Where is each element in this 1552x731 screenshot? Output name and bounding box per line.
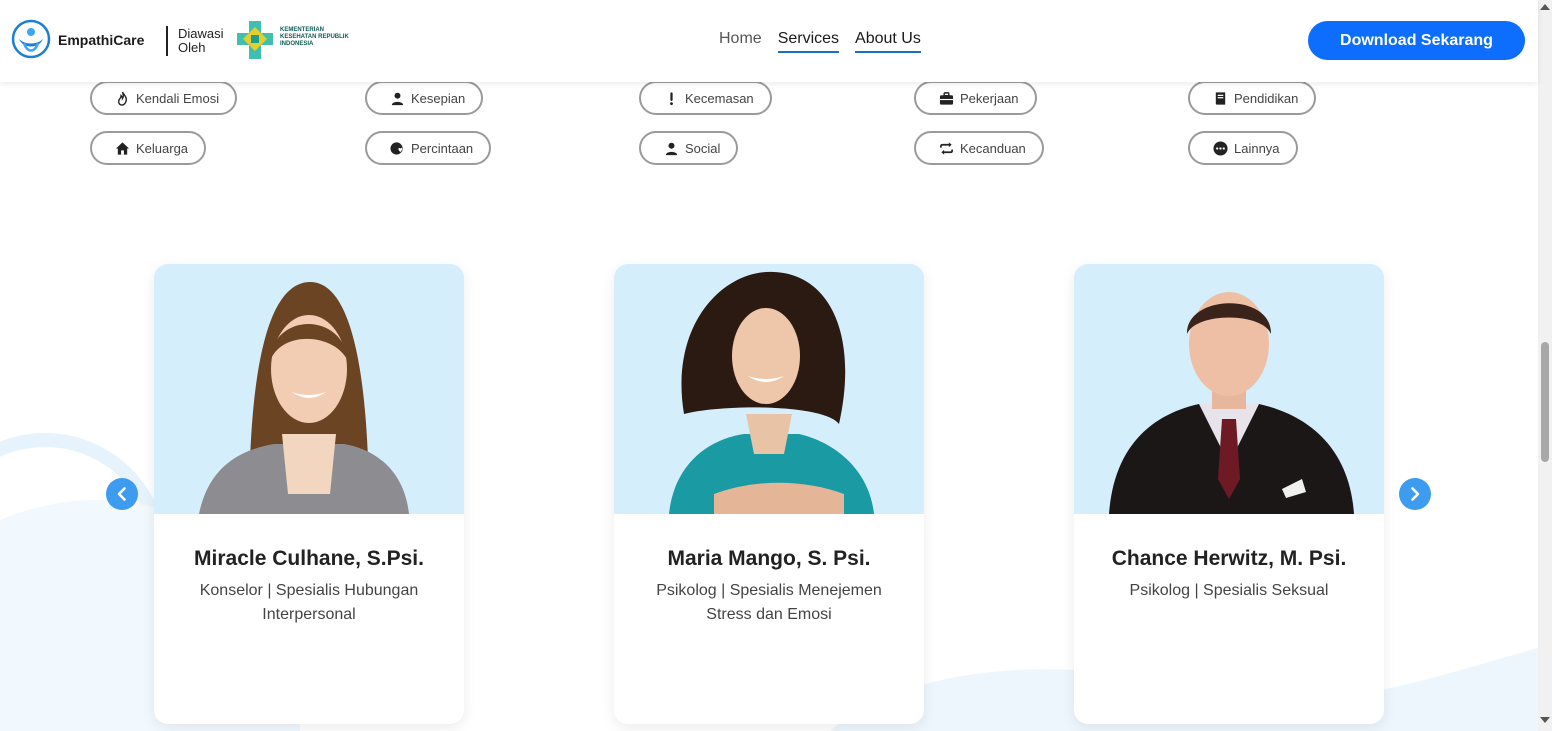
category-label: Kendali Emosi [136,90,220,106]
professional-photo [614,264,924,514]
nav-about-us[interactable]: About Us [855,30,921,53]
briefcase-icon [938,90,954,106]
category-chip-percintaan[interactable]: Percintaan [365,131,492,165]
professional-card[interactable]: Chance Herwitz, M. Psi. Psikolog | Spesi… [1074,264,1384,724]
category-chip-kecanduan[interactable]: Kecanduan [914,131,1044,165]
category-label: Pendidikan [1234,90,1299,106]
category-label: Lainnya [1234,140,1280,156]
person-icon [389,90,405,106]
category-label: Pekerjaan [960,90,1019,106]
category-chip-keluarga[interactable]: Keluarga [90,131,207,165]
professional-role: Konselor | Spesialis Hubungan Interperso… [199,582,419,623]
kemenkes-logo-icon [237,21,273,59]
repeat-icon [938,140,954,156]
carousel-prev-button[interactable] [106,478,138,510]
brand-name: EmpathiCare [58,32,145,48]
category-chip-kendali-emosi[interactable]: Kendali Emosi [90,81,238,115]
category-chip-pendidikan[interactable]: Pendidikan [1188,81,1317,115]
category-chip-social[interactable]: Social [639,131,739,165]
brand[interactable]: EmpathiCare [11,19,144,61]
download-button[interactable]: Download Sekarang [1308,21,1525,60]
top-navbar: EmpathiCare Diawasi Oleh KEMENTERIAN KES… [0,0,1538,82]
chevron-right-icon [1411,487,1420,501]
main-nav: Home Services About Us [719,30,921,53]
professional-name: Chance Herwitz, M. Psi. [1111,547,1347,570]
category-label: Kecanduan [960,140,1026,156]
category-label: Kecemasan [685,90,754,106]
nav-services[interactable]: Services [777,30,840,53]
book-icon [1212,90,1228,106]
scrollbar-thumb[interactable] [1541,342,1549,462]
more-icon [1212,140,1228,156]
professional-name: Miracle Culhane, S.Psi. [194,547,424,570]
category-chip-kesepian[interactable]: Kesepian [365,81,484,115]
category-chip-kecemasan[interactable]: Kecemasan [639,81,772,115]
professional-photo [154,264,464,514]
category-chip-pekerjaan[interactable]: Pekerjaan [914,81,1037,115]
nav-home[interactable]: Home [719,30,762,53]
category-chip-lainnya[interactable]: Lainnya [1188,131,1298,165]
carousel-next-button[interactable] [1399,478,1431,510]
scroll-up-arrow-icon[interactable] [1540,4,1550,10]
professional-photo [1074,264,1384,514]
scroll-down-arrow-icon[interactable] [1540,717,1550,723]
heart-hand-icon [389,140,405,156]
professional-name: Maria Mango, S. Psi. [667,547,871,570]
exclamation-icon [663,90,679,106]
category-label: Kesepian [411,90,466,106]
professional-role: Psikolog | Spesialis Seksual [1129,582,1329,599]
flame-icon [114,90,130,106]
category-label: Keluarga [136,140,189,156]
supervised-by-label: Diawasi Oleh [178,26,224,55]
person-icon [663,140,679,156]
chevron-left-icon [117,487,126,501]
professional-card[interactable]: Maria Mango, S. Psi. Psikolog | Spesiali… [614,264,924,724]
kemenkes-logo-text: KEMENTERIAN KESEHATAN REPUBLIK INDONESIA [280,27,349,47]
professional-card[interactable]: Miracle Culhane, S.Psi. Konselor | Spesi… [154,264,464,724]
house-icon [114,140,130,156]
category-label: Social [685,140,721,156]
professional-role: Psikolog | Spesialis Menejemen Stress da… [656,582,882,623]
empathicare-logo-icon [11,19,51,59]
page-scrollbar[interactable] [1538,0,1552,731]
brand-divider [166,26,168,56]
category-label: Percintaan [411,140,474,156]
